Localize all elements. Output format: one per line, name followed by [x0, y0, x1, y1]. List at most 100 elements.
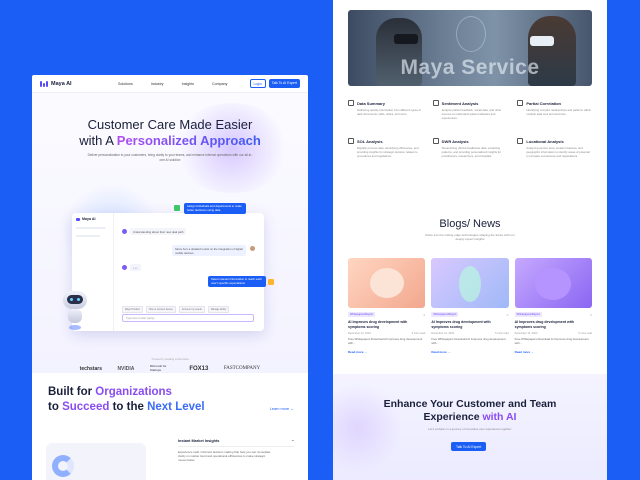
blog-card[interactable]: Whitepapers/Report ⋖ AI Improves drug dev…	[431, 258, 509, 354]
insight-popup: Select relevant information to reach eac…	[208, 276, 266, 288]
blog-read-time: 5 mins read	[411, 332, 426, 336]
brand-logo-techstars: techstars	[79, 365, 102, 372]
app-logo-text: Maya AI	[82, 217, 96, 221]
login-button[interactable]: Login	[249, 79, 266, 88]
location-icon	[517, 138, 524, 145]
robot-mascot	[60, 291, 90, 335]
collapse-icon[interactable]: −	[292, 439, 294, 443]
service-banner-image: Maya Service	[348, 10, 592, 86]
feature-desc: Gathering quickly information from diffe…	[357, 108, 421, 116]
hero-title-line1: Customer Care Made Easier	[87, 117, 253, 132]
accordion-header[interactable]: Instant Market Insights −	[178, 439, 294, 447]
share-icon[interactable]: ⋖	[423, 313, 426, 317]
bot-avatar-icon	[122, 229, 127, 234]
insight-accordion[interactable]: Instant Market Insights − Experience swi…	[178, 439, 294, 462]
nav-links: Solutions Industry Insights Company	[118, 82, 227, 86]
blog-tag[interactable]: Whitepapers/Report	[431, 312, 459, 317]
feature-title: SOL Analysis	[357, 138, 383, 144]
hero-title-highlight: Personalized Approach	[116, 133, 261, 148]
talk-to-expert-button[interactable]: Talk To AI Expert	[268, 79, 300, 88]
sidebar-placeholder	[76, 227, 106, 229]
feature-desc: Analyze patient feedback, social data, a…	[441, 108, 502, 120]
blog-excerpt: Free Whitepapers Download AI Improves dr…	[431, 337, 506, 345]
feature-item: Sentiment Analysis Analyze patient feedb…	[432, 100, 508, 120]
blogs-subtitle: Delve into the cutting edge technologies…	[425, 233, 515, 241]
blog-thumbnail	[514, 258, 592, 308]
blog-title[interactable]: AI Improves drug development with sympto…	[431, 320, 508, 329]
blog-date: December 12, 2023	[514, 332, 538, 336]
brand-logo-fastcompany: FASTCOMPANY	[223, 366, 261, 372]
chat-app-preview: Maya AI Understanding about their new de…	[72, 213, 264, 331]
check-icon	[174, 205, 180, 211]
banner-title: Maya Service	[400, 56, 540, 79]
logo-text: Maya AI	[51, 80, 72, 87]
blog-tag[interactable]: Whitepapers/Report	[348, 312, 376, 317]
read-more-link[interactable]: Read more →	[515, 350, 592, 354]
sidebar-placeholder	[76, 235, 100, 237]
feature-desc: Identifying complex relationships and pa…	[526, 108, 592, 116]
bulb-icon	[268, 279, 274, 285]
feature-item: SOL Analysis Digitally process data, ide…	[348, 138, 423, 158]
read-more-link[interactable]: Read more →	[348, 350, 425, 354]
feature-item: DWR Analysis Streamlining clinical healt…	[432, 138, 508, 158]
suggestion-chip[interactable]: Manage ability	[207, 306, 230, 313]
share-icon[interactable]: ⋖	[506, 313, 509, 317]
top-nav: Maya AI Solutions Industry Insights Comp…	[32, 75, 308, 93]
blog-title[interactable]: AI Improves drug development with sympto…	[515, 320, 592, 329]
nav-item-solutions[interactable]: Solutions	[118, 82, 133, 86]
nav-item-industry[interactable]: Industry	[151, 82, 164, 86]
feature-title: Partial Correlation	[526, 100, 562, 106]
logo[interactable]: Maya AI	[40, 80, 110, 87]
talk-to-expert-button[interactable]: Talk To AI Expert	[451, 442, 487, 451]
blog-thumbnail	[431, 258, 509, 308]
feature-desc: Streamlining clinical healthcare data, e…	[441, 146, 502, 158]
blog-excerpt: Free Whitepapers Download AI Improves dr…	[514, 337, 589, 345]
blog-title[interactable]: AI Improves drug development with sympto…	[348, 320, 425, 329]
title-highlight: Succeed	[62, 401, 110, 413]
suggestion-chip[interactable]: How to connect device	[145, 306, 176, 313]
hero-subtitle: Deliver personalization to your customer…	[87, 153, 253, 162]
title-text: to	[48, 401, 63, 413]
blog-card[interactable]: Whitepapers/Report ⋖ AI Improves drug dev…	[514, 258, 592, 354]
title-highlight: Next Level	[147, 401, 205, 413]
sentiment-icon	[432, 100, 439, 106]
nav-item-insights[interactable]: Insights	[182, 82, 194, 86]
title-highlight: Organizations	[95, 386, 172, 398]
feature-title: Locational Analysis	[526, 138, 564, 144]
feature-title: Data Summary	[357, 100, 386, 106]
chat-input[interactable]: Type here to start typing...	[122, 314, 254, 322]
correlation-icon	[517, 100, 524, 106]
cta-title: Enhance Your Customer and Team Experienc…	[333, 374, 607, 424]
brand-logo-microsoft: Microsoft for Startups	[149, 364, 167, 372]
logo-icon	[76, 217, 80, 221]
learn-more-link[interactable]: Learn more →	[270, 407, 294, 411]
read-more-link[interactable]: Read more →	[431, 350, 508, 354]
accordion-body: Experience swift, informed decision maki…	[178, 450, 271, 462]
hero-title: Customer Care Made Easier with A Persona…	[32, 93, 308, 149]
cta-title-line1: Enhance Your Customer and Team	[383, 398, 557, 410]
blog-tag[interactable]: Whitepapers/Report	[514, 312, 542, 317]
vr-headset-icon	[394, 34, 418, 44]
blog-date: December 12, 2023	[348, 332, 371, 336]
hero-title-line2-prefix: with A	[79, 133, 117, 148]
brand-logos: techstars NVIDIA Microsoft for Startups …	[32, 364, 308, 372]
suggestion-chips: Mayo Product How to connect device Conne…	[122, 306, 230, 313]
donut-chart-icon	[52, 455, 74, 477]
built-for-organizations-section: Built for Organizations to Succeed to th…	[32, 373, 308, 480]
feature-item: Partial Correlation Identifying complex …	[517, 100, 592, 120]
logo-icon	[40, 80, 48, 87]
nav-item-company[interactable]: Company	[212, 82, 227, 86]
sol-icon	[348, 138, 354, 145]
chart-icon	[348, 100, 354, 106]
blog-card[interactable]: Whitepapers/Report ⋖ AI Improves drug dev…	[348, 258, 426, 354]
dwr-icon	[432, 138, 439, 145]
suggestion-chip[interactable]: Mayo Product	[122, 306, 143, 313]
suggestion-chip[interactable]: Connect my needs	[178, 306, 205, 313]
bot-avatar-icon	[122, 265, 127, 270]
bot-message: Understanding about their new deal path	[130, 228, 187, 235]
accordion-title: Instant Market Insights	[178, 439, 220, 443]
hero-section: Customer Care Made Easier with A Persona…	[32, 93, 308, 373]
chat-area: Understanding about their new deal path …	[114, 213, 264, 331]
share-icon[interactable]: ⋖	[589, 313, 592, 317]
cta-title-line2: Experience	[423, 411, 483, 423]
